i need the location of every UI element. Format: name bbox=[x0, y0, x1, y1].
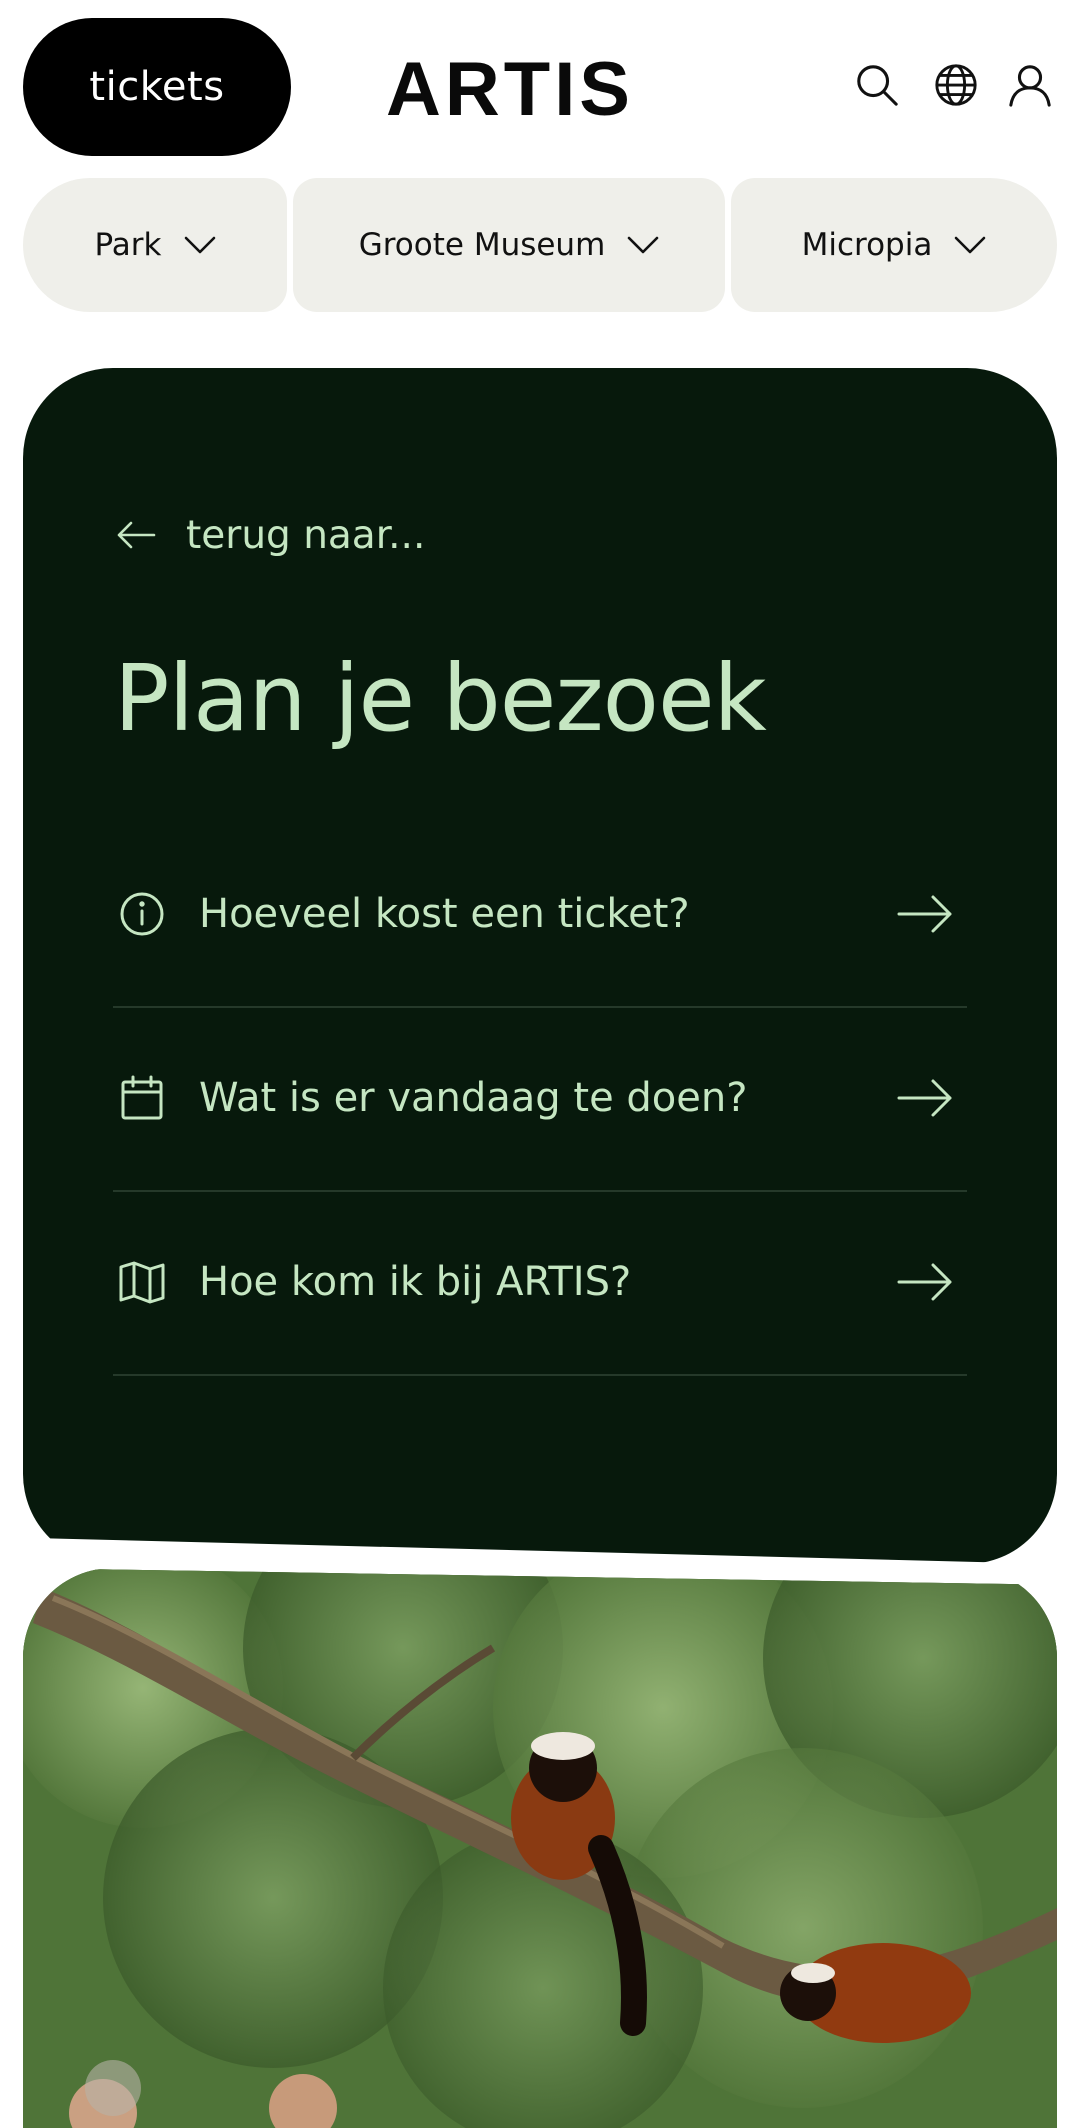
map-icon bbox=[117, 1257, 167, 1307]
location-micropia-dropdown[interactable]: Micropia bbox=[731, 178, 1057, 312]
site-header: tickets ARTIS bbox=[0, 0, 1080, 170]
plan-item-label: Hoe kom ik bij ARTIS? bbox=[199, 1259, 632, 1305]
info-icon bbox=[117, 889, 167, 939]
location-groote-museum-label: Groote Museum bbox=[358, 227, 606, 263]
arrow-right-icon bbox=[897, 894, 953, 934]
user-icon[interactable] bbox=[1005, 60, 1055, 110]
tickets-button[interactable]: tickets bbox=[23, 18, 291, 156]
artis-logo[interactable]: ARTIS bbox=[385, 44, 635, 134]
arrow-left-icon bbox=[117, 521, 156, 549]
search-icon[interactable] bbox=[852, 60, 902, 110]
plan-item-ticket-price[interactable]: Hoeveel kost een ticket? bbox=[113, 822, 967, 1008]
plan-item-label: Wat is er vandaag te doen? bbox=[199, 1075, 748, 1121]
chevron-down-icon bbox=[955, 236, 986, 254]
location-micropia-label: Micropia bbox=[801, 227, 933, 263]
chevron-down-icon bbox=[627, 236, 659, 254]
back-link-label: terug naar... bbox=[186, 512, 426, 558]
page-title: Plan je bezoek bbox=[114, 645, 767, 752]
location-groote-museum-dropdown[interactable]: Groote Museum bbox=[293, 178, 725, 312]
arrow-right-icon bbox=[897, 1078, 953, 1118]
calendar-icon bbox=[117, 1073, 167, 1123]
back-link[interactable]: terug naar... bbox=[116, 505, 425, 565]
chevron-down-icon bbox=[184, 236, 215, 254]
globe-icon[interactable] bbox=[931, 60, 981, 110]
plan-item-today-activities[interactable]: Wat is er vandaag te doen? bbox=[113, 1006, 967, 1192]
plan-item-label: Hoeveel kost een ticket? bbox=[199, 891, 690, 937]
hero-photo-lemurs bbox=[23, 1568, 1057, 2128]
location-park-label: Park bbox=[94, 227, 162, 263]
plan-item-directions[interactable]: Hoe kom ik bij ARTIS? bbox=[113, 1190, 967, 1376]
arrow-right-icon bbox=[897, 1262, 953, 1302]
location-park-dropdown[interactable]: Park bbox=[23, 178, 287, 312]
